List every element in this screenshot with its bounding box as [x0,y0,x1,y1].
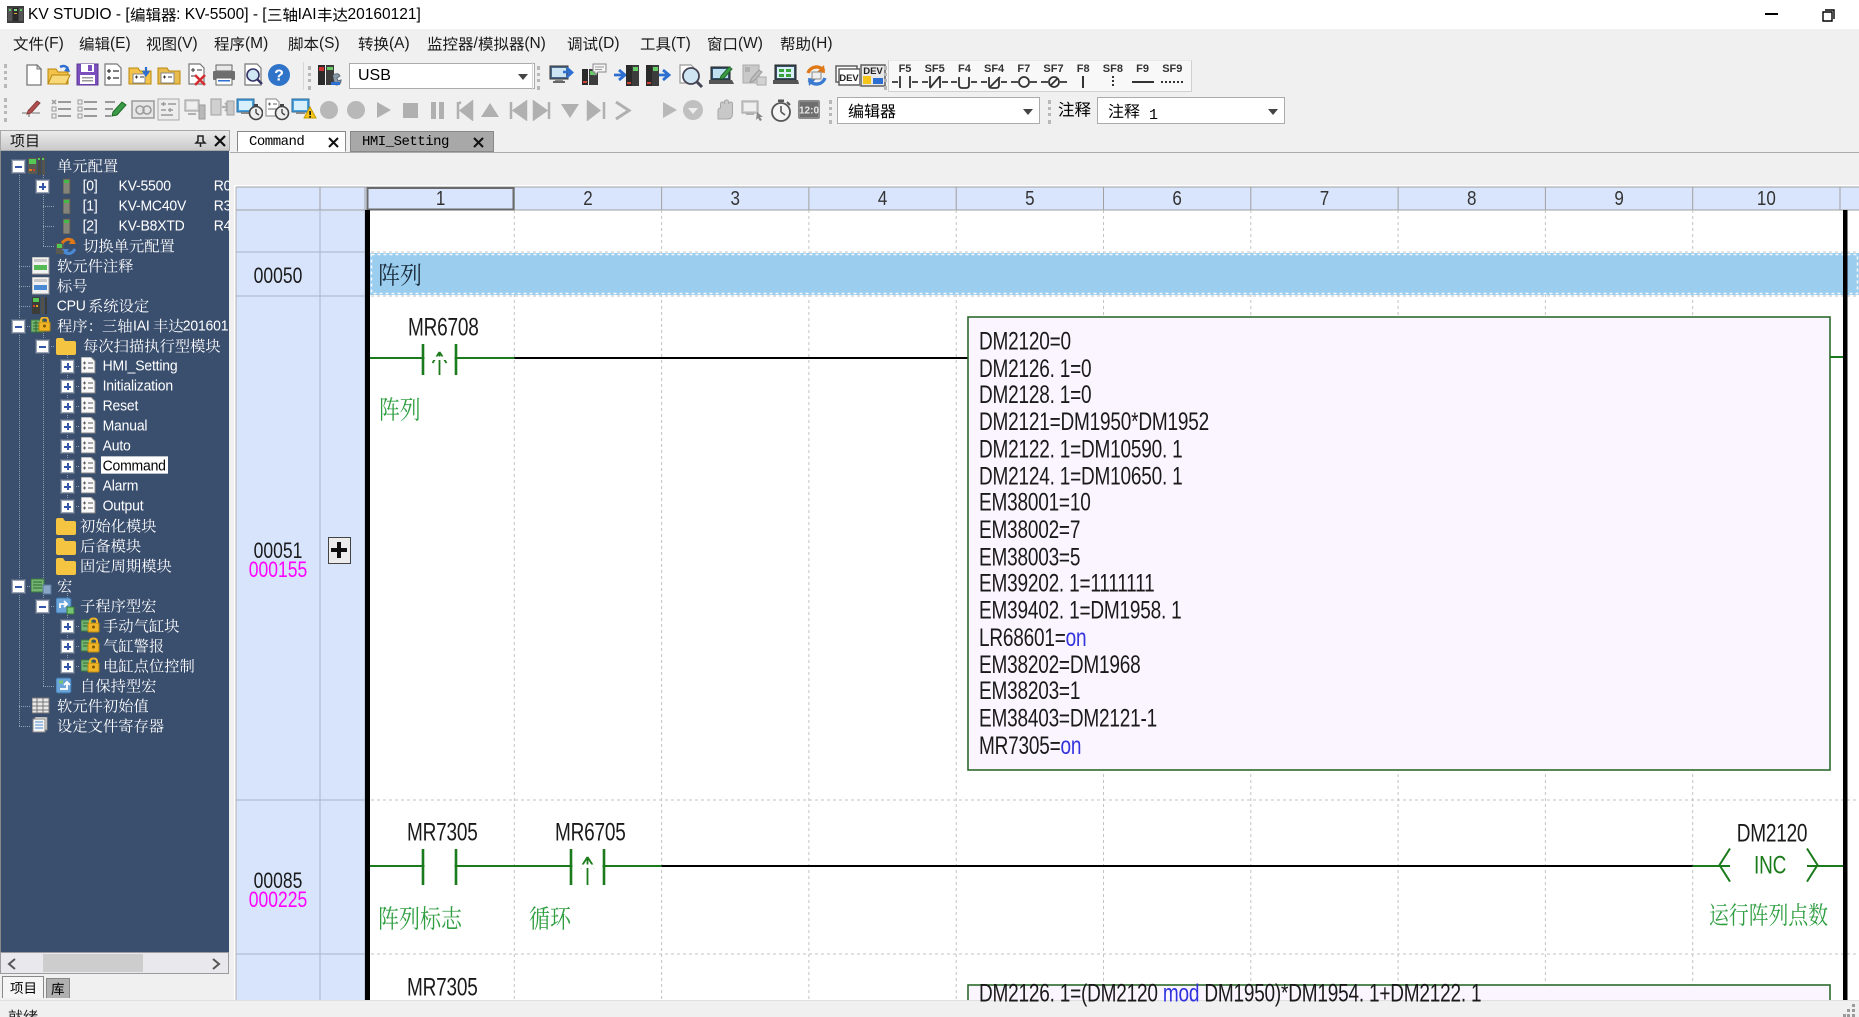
svg-text:?: ? [274,68,284,85]
svg-text:12:0: 12:0 [799,106,819,117]
svg-text:DEV: DEV [863,66,883,77]
svg-text:DEV: DEV [839,73,859,84]
